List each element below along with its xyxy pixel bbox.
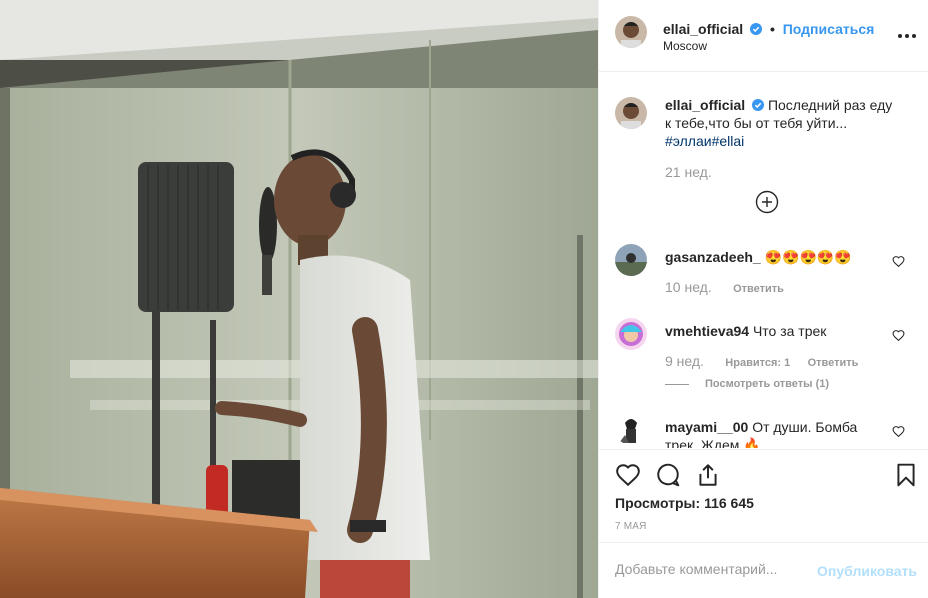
comment-meta: 10 нед. Ответить	[665, 279, 798, 295]
comments-list[interactable]: ellai_official Последний раз еду к тебе,…	[599, 73, 928, 448]
share-icon[interactable]	[695, 462, 721, 488]
comment-item: gasanzadeeh_ 😍😍😍😍😍	[665, 248, 893, 266]
reply-button[interactable]: Ответить	[808, 357, 859, 369]
plus-circle-icon[interactable]	[755, 190, 779, 214]
comment-username[interactable]: mayami__00	[665, 419, 748, 435]
comment-item: mayami__00 От души. Бомба трек. Ждем 🔥	[665, 418, 893, 448]
add-comment-form: Опубликовать	[599, 542, 928, 598]
bookmark-icon[interactable]	[893, 462, 919, 488]
publish-button[interactable]: Опубликовать	[817, 563, 917, 579]
post-location[interactable]: Moscow	[663, 39, 707, 53]
separator-dot: •	[769, 21, 775, 37]
caption-avatar[interactable]	[615, 97, 647, 129]
comment-input[interactable]	[615, 561, 815, 577]
comment-time[interactable]: 9 нед.	[665, 353, 704, 369]
views-count: Просмотры: 116 645	[615, 495, 754, 511]
heart-icon[interactable]	[892, 425, 905, 438]
comment-text: Что за трек	[752, 323, 827, 339]
comment-username[interactable]: vmehtieva94	[665, 323, 749, 339]
comment-icon[interactable]	[655, 462, 681, 488]
heart-icon[interactable]	[892, 255, 905, 268]
comment-item: vmehtieva94 Что за трек	[665, 322, 893, 340]
comment-meta: 9 нед. Нравится: 1 Ответить	[665, 353, 872, 369]
caption-meta: 21 нед.	[665, 164, 730, 180]
post-sidebar: ellai_official • Подписаться Moscow ella…	[598, 0, 928, 598]
heart-icon[interactable]	[615, 462, 641, 488]
divider-line	[665, 383, 689, 385]
caption-hashtags[interactable]: #эллаи#ellai	[665, 133, 744, 149]
comment-avatar[interactable]	[615, 318, 647, 350]
caption: ellai_official Последний раз еду к тебе,…	[665, 96, 893, 150]
view-replies-button[interactable]: Посмотреть ответы (1)	[665, 378, 829, 390]
post-header: ellai_official • Подписаться Moscow	[599, 0, 928, 72]
likes-count[interactable]: Нравится: 1	[725, 357, 790, 369]
comment-avatar[interactable]	[615, 244, 647, 276]
caption-time[interactable]: 21 нед.	[665, 164, 712, 180]
post-video[interactable]	[0, 0, 598, 598]
verified-badge-icon	[752, 99, 765, 111]
views-label: Просмотры:	[615, 495, 701, 511]
reply-button[interactable]: Ответить	[733, 283, 784, 295]
follow-button[interactable]: Подписаться	[783, 21, 875, 37]
video-frame-image	[0, 0, 598, 598]
post-date[interactable]: 7 МАЯ	[615, 521, 647, 532]
verified-badge-icon	[750, 23, 763, 35]
comment-text: 😍😍😍😍😍	[764, 249, 852, 265]
heart-icon[interactable]	[892, 329, 905, 342]
view-replies-label[interactable]: Посмотреть ответы (1)	[705, 378, 829, 390]
comment-time[interactable]: 10 нед.	[665, 279, 712, 295]
author-username[interactable]: ellai_official	[663, 21, 743, 37]
comment-username[interactable]: gasanzadeeh_	[665, 249, 761, 265]
comment-avatar[interactable]	[615, 413, 647, 445]
more-options-icon[interactable]	[897, 26, 917, 46]
author-avatar[interactable]	[615, 16, 647, 48]
caption-username[interactable]: ellai_official	[665, 97, 745, 113]
views-value: 116 645	[704, 495, 754, 511]
post-actions: Просмотры: 116 645 7 МАЯ	[599, 449, 928, 541]
